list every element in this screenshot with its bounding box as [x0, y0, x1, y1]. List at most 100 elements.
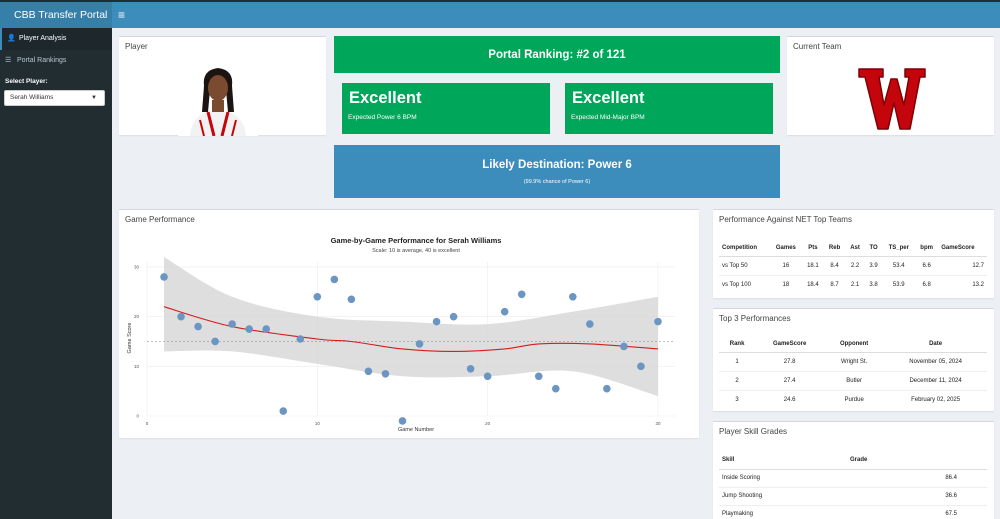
- data-point: [432, 317, 441, 326]
- table-cell: 18.1: [801, 255, 824, 275]
- data-point: [177, 312, 185, 321]
- data-point: [364, 367, 373, 376]
- table-cell: 2.2: [845, 255, 865, 275]
- table-cell: 18: [769, 274, 802, 294]
- data-point: [279, 407, 288, 415]
- data-point: [517, 290, 526, 299]
- table-row: 3 24.6 Purdue February 02, 2025: [719, 389, 987, 409]
- power6-bpm-label: Expected Power 6 BPM: [348, 114, 417, 121]
- table-cell: November 05, 2024: [884, 351, 987, 371]
- data-point: [398, 417, 407, 425]
- x-tick-label: 20: [485, 421, 491, 426]
- col-header: Reb: [823, 240, 846, 257]
- col-header: bpm: [915, 240, 939, 257]
- table-cell: Purdue: [824, 389, 885, 409]
- sidebar-item-player-analysis[interactable]: 👤 Player Analysis: [0, 28, 112, 50]
- sidebar-item-label: Player Analysis: [18, 35, 67, 42]
- table-cell: 13.2: [938, 274, 987, 294]
- table-header-row: Skill Grade: [719, 451, 987, 470]
- table-cell: 53.9: [882, 274, 916, 294]
- app-title[interactable]: CBB Transfer Portal: [0, 2, 112, 28]
- x-axis-label: Game Number: [398, 427, 434, 433]
- player-photo: [178, 64, 258, 136]
- y-tick-label: 10: [134, 364, 140, 369]
- col-header: Opponent: [824, 336, 885, 353]
- navbar: ≡: [112, 2, 1000, 28]
- top-bar: CBB Transfer Portal ≡: [0, 0, 1000, 28]
- table-header-row: Competition Games Pts Reb Ast TO TS_per …: [719, 240, 987, 257]
- top3-title: Top 3 Performances: [719, 314, 791, 323]
- col-header: Date: [884, 336, 987, 353]
- likely-destination-box: Likely Destination: Power 6 (99.9% chanc…: [334, 145, 780, 198]
- midmajor-bpm-value: Excellent: [572, 89, 645, 107]
- confidence-band: [164, 257, 658, 397]
- table-row: Inside Scoring 86.4: [719, 468, 987, 487]
- caret-down-icon: ▼: [91, 95, 97, 101]
- table-cell: 6.8: [915, 274, 939, 294]
- table-header-row: Rank GameScore Opponent Date: [719, 336, 987, 353]
- table-row: 2 27.4 Butler December 11, 2024: [719, 370, 987, 390]
- data-point: [603, 384, 611, 393]
- table-cell: vs Top 50: [719, 255, 770, 275]
- table-cell: Inside Scoring: [719, 468, 847, 487]
- data-point: [483, 372, 492, 381]
- table-cell: 1: [719, 351, 756, 371]
- col-header: Pts: [801, 240, 824, 257]
- skill-grades-title: Player Skill Grades: [719, 427, 788, 436]
- player-select[interactable]: Serah Williams ▼: [4, 90, 105, 106]
- chart-title: Game-by-Game Performance for Serah Willi…: [331, 236, 502, 245]
- sidebar-item-portal-rankings[interactable]: ☰ Portal Rankings: [0, 50, 112, 72]
- data-point: [160, 273, 168, 281]
- table-cell: 3: [719, 389, 756, 409]
- table-row: Playmaking 67.5: [719, 504, 987, 519]
- table-cell: Playmaking: [719, 504, 847, 519]
- power6-bpm-box: Excellent Expected Power 6 BPM: [342, 83, 550, 134]
- current-team-title: Current Team: [793, 42, 842, 51]
- menu-toggle-icon[interactable]: ≡: [118, 6, 132, 24]
- data-point: [415, 340, 424, 348]
- data-point: [211, 337, 219, 346]
- table-cell: 12.7: [938, 255, 987, 275]
- data-point: [586, 320, 594, 328]
- data-point: [654, 317, 662, 326]
- table-cell: Butler: [824, 370, 885, 390]
- table-cell: 86.4: [847, 468, 987, 487]
- table-cell: February 02, 2025: [884, 389, 987, 409]
- table-cell: 67.5: [847, 504, 987, 519]
- data-point: [245, 325, 253, 333]
- table-cell: Jump Shooting: [719, 486, 847, 505]
- data-point: [262, 325, 271, 333]
- col-header: Grade: [847, 451, 987, 470]
- table-row: Jump Shooting 36.6: [719, 486, 987, 505]
- y-tick-label: 0: [136, 414, 139, 419]
- likely-destination-subtitle: (99.9% chance of Power 6): [523, 179, 591, 185]
- col-header: GameScore: [938, 240, 987, 257]
- top3-table: Rank GameScore Opponent Date 1 27.8 Wrig…: [719, 336, 987, 409]
- y-axis-label: Game Score: [127, 323, 133, 354]
- net-performance-table: Competition Games Pts Reb Ast TO TS_per …: [719, 240, 987, 294]
- data-point: [296, 335, 305, 343]
- user-icon: 👤: [7, 35, 16, 42]
- table-cell: 27.8: [755, 351, 825, 371]
- sidebar: 👤 Player Analysis ☰ Portal Rankings Sele…: [0, 28, 112, 519]
- col-header: TS_per: [882, 240, 916, 257]
- table-cell: 36.6: [847, 486, 987, 505]
- data-point: [330, 275, 339, 284]
- data-point: [228, 320, 236, 328]
- skill-grades-table: Skill Grade Inside Scoring 86.4 Jump Sho…: [719, 451, 987, 519]
- data-point: [620, 342, 628, 351]
- table-cell: 24.6: [755, 389, 825, 409]
- col-header: Skill: [719, 451, 847, 470]
- player-box-title: Player: [125, 42, 148, 51]
- table-cell: 2: [719, 370, 756, 390]
- table-cell: 8.7: [823, 274, 846, 294]
- table-row: 1 27.8 Wright St. November 05, 2024: [719, 351, 987, 371]
- list-icon: ☰: [5, 57, 12, 64]
- table-cell: 53.4: [882, 255, 916, 275]
- data-point: [347, 295, 356, 304]
- midmajor-bpm-box: Excellent Expected Mid-Major BPM: [565, 83, 773, 134]
- game-performance-chart: Game-by-Game Performance for Serah Willi…: [127, 236, 675, 433]
- likely-destination-title: Likely Destination: Power 6: [482, 159, 632, 171]
- portal-ranking-box: Portal Ranking: #2 of 121: [334, 36, 780, 73]
- col-header: Games: [769, 240, 802, 257]
